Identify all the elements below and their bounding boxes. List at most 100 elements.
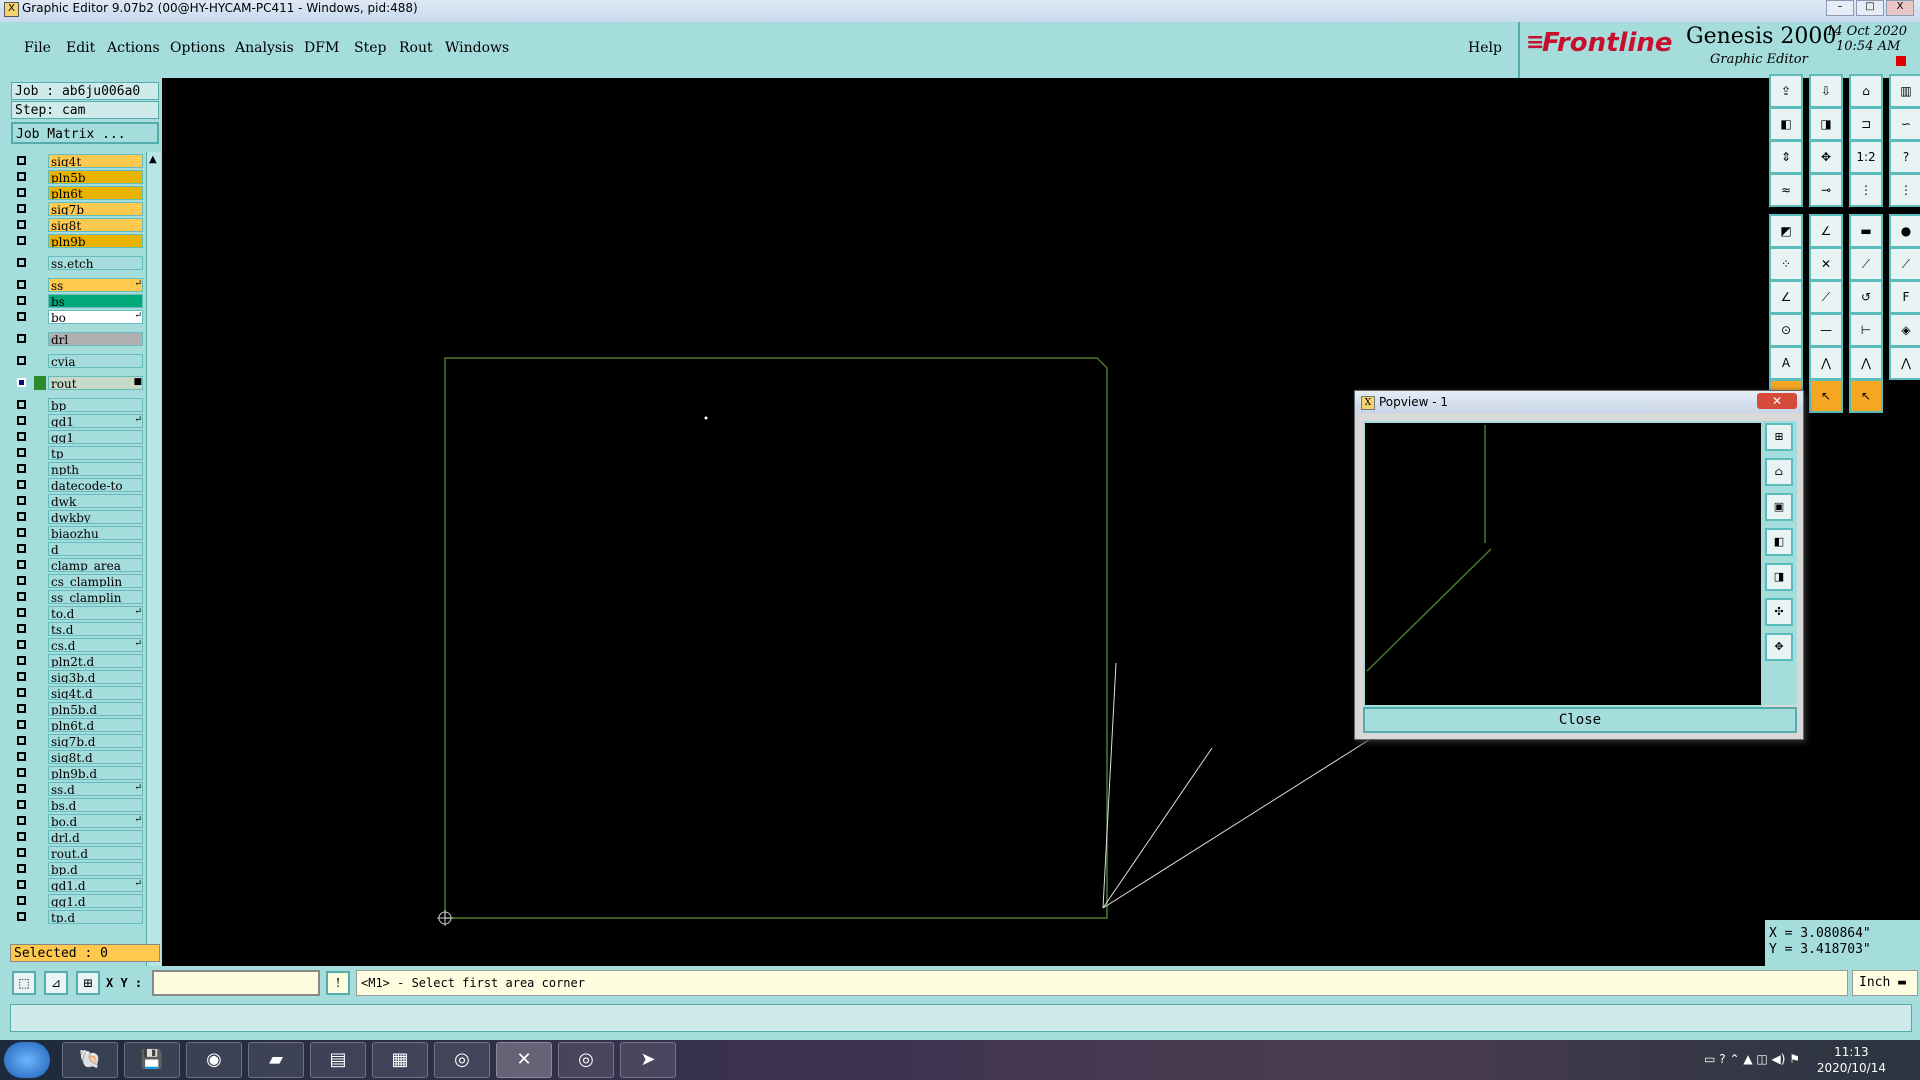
layer-row[interactable]: rout ■ [12,376,146,391]
popview-close-button[interactable]: Close [1363,707,1797,733]
measure-icon[interactable]: ≈ [1769,173,1803,207]
menu-actions[interactable]: Actions [107,40,160,56]
layer-row[interactable]: gd1.d ↵ [12,878,146,893]
layer-name[interactable]: clamp_area [48,558,143,572]
snake-icon[interactable]: ∽ [1889,107,1920,141]
layer-row[interactable]: dwkby [12,510,146,525]
fit-center-icon[interactable]: ✥ [1809,140,1843,174]
layer-checkbox[interactable] [17,688,26,697]
hline-icon[interactable]: — [1809,313,1843,347]
layer-name[interactable]: drl [48,332,143,346]
arch2-icon[interactable]: ⋀ [1849,346,1883,380]
popview-viewport[interactable] [1363,421,1763,707]
taskbar-genesis-icon[interactable]: ✕ [496,1042,552,1078]
layer-row[interactable]: ss_clamplin [12,590,146,605]
layer-name[interactable]: rout.d [48,846,143,860]
menu-file[interactable]: File [24,40,51,56]
layer-name[interactable]: siq7b.d [48,734,143,748]
home-icon[interactable]: ⌂ [1849,74,1883,108]
layout-icon[interactable]: ▥ [1889,74,1920,108]
layer-name[interactable]: pln6t.d [48,718,143,732]
menu-edit[interactable]: Edit [66,40,95,56]
layer-name[interactable]: ts.d [48,622,143,636]
layer-stack-icon[interactable]: ⋮ [1849,173,1883,207]
layer-row[interactable]: siq4t [12,154,146,169]
taskbar-excel-icon[interactable]: ▦ [372,1042,428,1078]
move-left-icon[interactable]: ◧ [1769,107,1803,141]
layer-row[interactable]: clamp_area [12,558,146,573]
popview-zoom-in-icon[interactable]: ✣ [1765,598,1793,626]
upload-icon[interactable]: ⇪ [1769,74,1803,108]
layer-name[interactable]: dwkby [48,510,143,524]
layer-row[interactable]: cs.d ↵ [12,638,146,653]
layer-checkbox[interactable] [17,356,26,365]
measure-mode-icon[interactable]: ⊿ [44,971,68,995]
layer-row[interactable]: bo.d ↵ [12,814,146,829]
taskbar-app-red-icon[interactable]: ◉ [186,1042,242,1078]
arrow-link-icon[interactable]: ⟋ [1889,247,1920,281]
layer-name[interactable]: cs.d [48,638,143,652]
taskbar-eye-icon[interactable]: ◎ [434,1042,490,1078]
popview-pan-right-icon[interactable]: ◨ [1765,563,1793,591]
layer-name[interactable]: bo.d [48,814,143,828]
layer-row[interactable]: pln6t.d [12,718,146,733]
taskbar-eye2-icon[interactable]: ◎ [558,1042,614,1078]
layer-name[interactable]: ss_clamplin [48,590,143,604]
layer-checkbox[interactable] [17,560,26,569]
move-right-icon[interactable]: ◨ [1809,107,1843,141]
layer-checkbox[interactable] [17,448,26,457]
layer-checkbox[interactable] [17,188,26,197]
shapes-icon[interactable]: ◈ [1889,313,1920,347]
layer-name[interactable]: pln2t.d [48,654,143,668]
popview-pan-left-icon[interactable]: ◧ [1765,528,1793,556]
layer-name[interactable]: gg1 [48,430,143,444]
layer-checkbox[interactable] [17,576,26,585]
layer-row[interactable]: drl.d [12,830,146,845]
line-angle-icon[interactable]: ∠ [1809,214,1843,248]
download-icon[interactable]: ⇩ [1809,74,1843,108]
layer-row[interactable]: drl [12,332,146,347]
nodes-icon[interactable]: ⁘ [1769,247,1803,281]
layer-name[interactable]: gd1.d [48,878,143,892]
layer-name[interactable]: sig3b.d [48,670,143,684]
layer-checkbox[interactable] [17,608,26,617]
popview-zoom-fit-icon[interactable]: ⊞ [1765,423,1793,451]
layer-checkbox[interactable] [17,848,26,857]
layer-name[interactable]: siq8t [48,218,143,232]
layer-checkbox[interactable] [17,204,26,213]
fit-vertical-icon[interactable]: ⇕ [1769,140,1803,174]
layer-row[interactable]: bp [12,398,146,413]
layer-row[interactable]: tp.d [12,910,146,925]
layer-checkbox[interactable] [17,512,26,521]
angle-red-icon[interactable]: ∠ [1769,280,1803,314]
layer-row[interactable]: cvia [12,354,146,369]
layer-name[interactable]: pln9b [48,234,143,248]
layer-row[interactable]: pln9b [12,234,146,249]
layer-name[interactable]: gd1 [48,414,143,428]
layer-checkbox[interactable] [17,768,26,777]
dot-icon[interactable]: ● [1889,214,1920,248]
start-button-icon[interactable] [4,1042,50,1078]
layer-name[interactable]: siq8t.d [48,750,143,764]
connect-icon[interactable]: ⊸ [1809,173,1843,207]
layer-row[interactable]: siq8t.d [12,750,146,765]
layer-checkbox[interactable] [17,378,26,387]
layer-row[interactable]: ss.etch [12,256,146,271]
unit-selector[interactable]: Inch ▬ [1852,970,1918,996]
layer-name[interactable]: drl.d [48,830,143,844]
layer-row[interactable]: bs.d [12,798,146,813]
scroll-up-arrow-icon[interactable]: ▲ [149,154,157,165]
maximize-button[interactable]: □ [1856,0,1884,16]
system-tray-icons[interactable]: ▭ ? ⌃ ▲ ◫ ◀) ⚑ [1704,1052,1800,1066]
layer-name[interactable]: gg1.d [48,894,143,908]
popview-close-icon[interactable]: ✕ [1757,393,1797,409]
layer-checkbox[interactable] [17,528,26,537]
layer-checkbox[interactable] [17,880,26,889]
layer-name[interactable]: biaozhu [48,526,143,540]
layer-checkbox[interactable] [17,800,26,809]
layer-name[interactable]: bp [48,398,143,412]
layer-row[interactable]: bp.d [12,862,146,877]
layer-row[interactable]: siq4t.d [12,686,146,701]
layer-row[interactable]: pln5b [12,170,146,185]
xy-input[interactable] [152,970,320,996]
